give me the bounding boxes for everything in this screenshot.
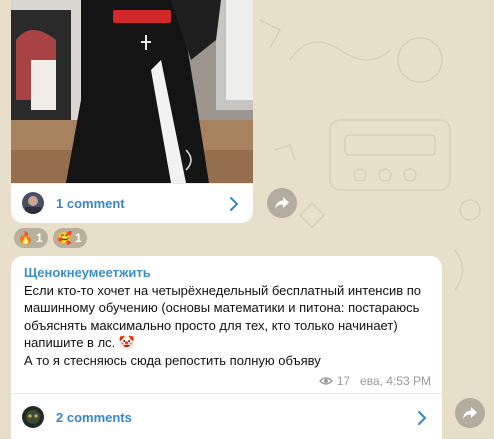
commenter-avatar xyxy=(22,192,44,214)
fire-emoji-icon: 🔥 xyxy=(18,231,33,245)
share-icon xyxy=(463,407,477,419)
post-card-2: Щенокнеумеетжить Если кто-то хочет на че… xyxy=(11,256,442,439)
share-button[interactable] xyxy=(267,188,297,218)
post-timestamp: ева, 4:53 PM xyxy=(360,374,431,388)
commenter-avatar xyxy=(22,406,44,428)
chevron-right-icon[interactable] xyxy=(229,196,239,212)
reaction-count: 1 xyxy=(74,231,82,245)
eye-icon xyxy=(318,377,333,385)
heart-eyes-emoji-icon: 🥰 xyxy=(57,231,72,245)
chevron-right-icon[interactable] xyxy=(417,410,427,426)
post-author-name[interactable]: Щенокнеумеетжить xyxy=(24,265,151,280)
reaction-count: 1 xyxy=(35,231,43,245)
post-message-text: Если кто-то хочет на четырёхнедельный бе… xyxy=(24,282,434,369)
message-paragraph-1: Если кто-то хочет на четырёхнедельный бе… xyxy=(24,283,422,351)
share-button[interactable] xyxy=(455,398,485,428)
comments-count-label[interactable]: 2 comments xyxy=(56,410,132,425)
reaction-heart-eyes[interactable]: 🥰 1 xyxy=(53,228,87,248)
post-card-1: 1 comment xyxy=(11,0,253,223)
share-icon xyxy=(275,197,289,209)
post-meta: 17 ева, 4:53 PM xyxy=(318,374,431,388)
views-count: 17 xyxy=(336,374,351,388)
reaction-fire[interactable]: 🔥 1 xyxy=(14,228,48,248)
post1-comments-bar[interactable]: 1 comment xyxy=(11,183,253,223)
post2-comments-bar[interactable]: 2 comments xyxy=(11,393,442,439)
post-photo[interactable] xyxy=(11,0,253,183)
comments-count-label[interactable]: 1 comment xyxy=(56,196,125,211)
message-paragraph-2: А то я стесняюсь сюда репостить полную о… xyxy=(24,352,321,368)
